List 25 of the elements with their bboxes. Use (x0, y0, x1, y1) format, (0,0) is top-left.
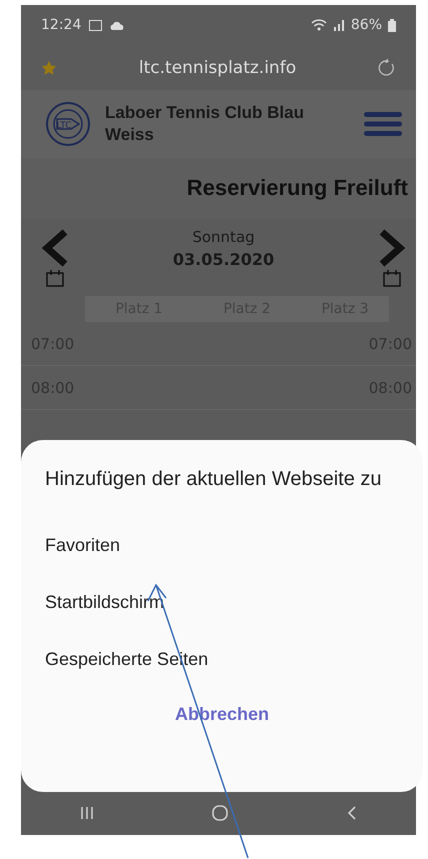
wifi-icon (310, 19, 327, 31)
recent-apps-icon[interactable] (79, 806, 96, 820)
dialog-option[interactable]: Favoriten (45, 517, 120, 574)
cloud-icon (110, 20, 124, 30)
date-label: 03.05.2020 (172, 250, 274, 269)
dialog-title: Hinzufügen der aktuellen Webseite zu (45, 467, 383, 492)
chevron-left-icon[interactable] (41, 228, 69, 268)
club-name: Laboer Tennis Club Blau Weiss (105, 102, 305, 146)
club-logo: LTC (45, 101, 91, 147)
weekday-label: Sonntag (191, 228, 256, 246)
signal-icon (332, 19, 345, 31)
menu-icon[interactable] (364, 110, 402, 138)
url-text[interactable]: ltc.tennisplatz.info (67, 58, 368, 78)
gallery-icon (89, 20, 102, 30)
battery-percent: 86% (350, 17, 382, 33)
back-icon[interactable] (346, 804, 358, 820)
star-icon[interactable] (41, 60, 57, 76)
status-time: 12:24 (41, 17, 82, 33)
calendar-icon[interactable] (45, 268, 65, 288)
page-title: Reservierung Freiluft (186, 175, 408, 201)
chevron-right-icon[interactable] (378, 228, 406, 268)
calendar-icon[interactable] (382, 268, 402, 288)
home-icon[interactable] (211, 804, 230, 822)
reload-icon[interactable] (378, 58, 396, 76)
battery-icon (388, 18, 396, 32)
